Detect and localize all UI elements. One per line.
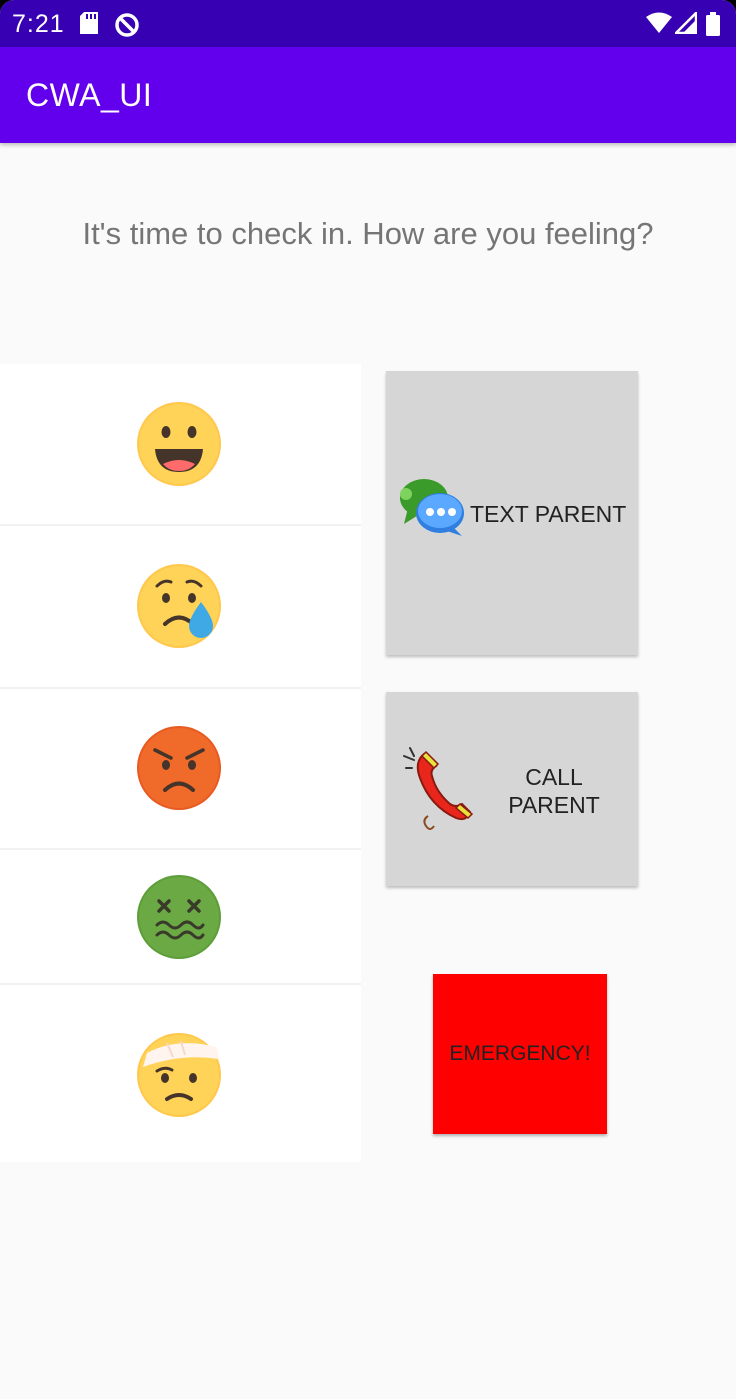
status-time: 7:21 bbox=[12, 10, 65, 38]
app-bar: CWA_UI bbox=[0, 47, 736, 143]
sick-face-icon bbox=[137, 875, 221, 959]
text-parent-button[interactable]: TEXT PARENT bbox=[386, 371, 638, 655]
chat-bubbles-icon bbox=[400, 479, 464, 536]
mood-happy-item[interactable] bbox=[0, 364, 361, 526]
signal-icon bbox=[675, 12, 697, 34]
angry-face-icon bbox=[137, 726, 221, 810]
app-screen: 7:21 CWA_UI It's time to check in. How a… bbox=[0, 0, 736, 1399]
mood-sad-item[interactable] bbox=[0, 526, 361, 689]
injured-face-icon bbox=[137, 1033, 221, 1117]
emergency-button[interactable]: EMERGENCY! bbox=[433, 974, 607, 1134]
mood-list bbox=[0, 364, 361, 1162]
data-saver-icon bbox=[115, 13, 139, 37]
phone-icon bbox=[403, 747, 474, 830]
mood-sick-item[interactable] bbox=[0, 850, 361, 985]
sd-card-icon bbox=[80, 12, 98, 34]
app-title: CWA_UI bbox=[26, 77, 153, 113]
call-parent-label-line2: PARENT bbox=[508, 792, 600, 818]
mood-hurt-item[interactable] bbox=[0, 985, 361, 1162]
battery-icon bbox=[706, 12, 720, 36]
text-parent-label: TEXT PARENT bbox=[470, 501, 627, 527]
mood-angry-item[interactable] bbox=[0, 689, 361, 850]
grinning-face-icon bbox=[137, 402, 221, 486]
call-parent-button[interactable]: CALL PARENT bbox=[386, 692, 638, 886]
wifi-icon bbox=[646, 12, 672, 33]
crying-face-icon bbox=[137, 564, 221, 648]
status-bar: 7:21 bbox=[0, 0, 736, 47]
check-in-prompt: It's time to check in. How are you feeli… bbox=[82, 216, 654, 251]
call-parent-label-line1: CALL bbox=[525, 764, 583, 790]
